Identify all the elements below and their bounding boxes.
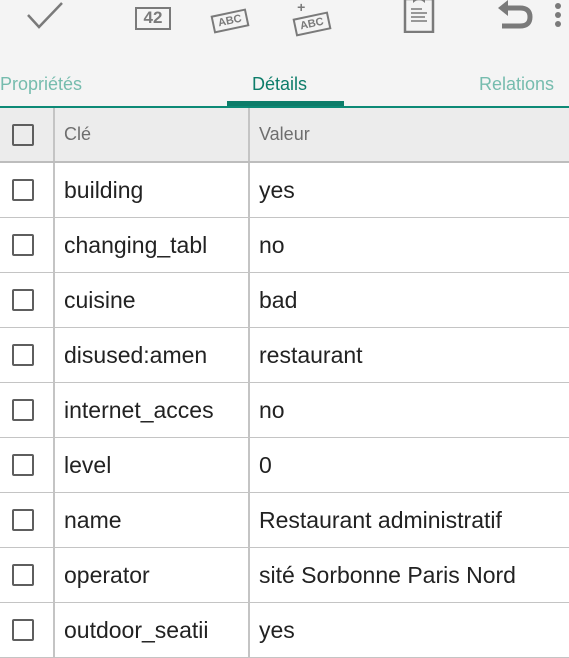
column-divider <box>53 438 55 492</box>
column-header-key: Clé <box>64 124 92 144</box>
tab-bar: Propriétés Détails Relations <box>0 60 569 108</box>
undo-button[interactable] <box>492 0 540 32</box>
column-divider <box>248 603 250 657</box>
column-divider <box>53 218 55 272</box>
column-divider <box>248 273 250 327</box>
row-checkbox[interactable] <box>12 564 34 586</box>
table-row: changing_tabl no <box>0 218 569 273</box>
column-header-value: Valeur <box>259 124 310 144</box>
numeric-value-button[interactable]: 42 <box>125 0 181 32</box>
key-field[interactable]: internet_acces <box>64 383 245 437</box>
check-icon <box>27 2 63 29</box>
table-row: internet_acces no <box>0 383 569 438</box>
undo-icon <box>498 0 533 29</box>
column-divider <box>248 328 250 382</box>
row-checkbox[interactable] <box>12 179 34 201</box>
more-vert-icon <box>555 3 561 27</box>
column-divider <box>53 163 55 217</box>
table-row: name Restaurant administratif <box>0 493 569 548</box>
abc-tag-icon: ABC <box>210 8 250 34</box>
key-field[interactable]: name <box>64 493 245 547</box>
abc-label: ABC <box>299 15 325 33</box>
table-row: disused:amen restaurant <box>0 328 569 383</box>
column-divider <box>53 548 55 602</box>
column-divider <box>248 108 250 161</box>
confirm-button[interactable] <box>20 0 70 32</box>
table-row: operator sité Sorbonne Paris Nord <box>0 548 569 603</box>
table-header: Clé Valeur <box>0 108 569 163</box>
select-all-checkbox[interactable] <box>12 124 34 146</box>
add-abc-tag-icon: + ABC <box>292 0 332 37</box>
key-field[interactable]: changing_tabl <box>64 218 245 272</box>
row-checkbox[interactable] <box>12 619 34 641</box>
value-field[interactable]: Restaurant administratif <box>259 493 565 547</box>
tab-relations[interactable]: Relations <box>479 74 554 95</box>
row-checkbox[interactable] <box>12 234 34 256</box>
tab-proprietes[interactable]: Propriétés <box>0 74 82 95</box>
key-field[interactable]: operator <box>64 548 245 602</box>
value-field[interactable]: no <box>259 218 565 272</box>
key-field[interactable]: outdoor_seatii <box>64 603 245 657</box>
key-field[interactable]: disused:amen <box>64 328 245 382</box>
table-row: level 0 <box>0 438 569 493</box>
row-checkbox[interactable] <box>12 454 34 476</box>
column-divider <box>53 493 55 547</box>
number-42-icon: 42 <box>135 6 171 30</box>
column-divider <box>53 603 55 657</box>
clipboard-icon <box>403 0 435 33</box>
key-field[interactable]: cuisine <box>64 273 245 327</box>
row-checkbox[interactable] <box>12 509 34 531</box>
value-field[interactable]: bad <box>259 273 565 327</box>
value-field[interactable]: sité Sorbonne Paris Nord <box>259 548 565 602</box>
table-row: outdoor_seatii yes <box>0 603 569 658</box>
value-field[interactable]: 0 <box>259 438 565 492</box>
column-divider <box>53 273 55 327</box>
column-divider <box>53 328 55 382</box>
tag-text-button[interactable]: ABC <box>200 0 260 34</box>
column-divider <box>248 493 250 547</box>
row-checkbox[interactable] <box>12 399 34 421</box>
table-row: building yes <box>0 163 569 218</box>
plus-icon: + <box>297 0 306 15</box>
table-row: cuisine bad <box>0 273 569 328</box>
column-divider <box>53 383 55 437</box>
column-divider <box>248 438 250 492</box>
number-42-label: 42 <box>143 8 163 27</box>
add-tag-button[interactable]: + ABC <box>282 0 342 37</box>
value-field[interactable]: no <box>259 383 565 437</box>
abc-label: ABC <box>217 12 243 30</box>
row-checkbox[interactable] <box>12 289 34 311</box>
value-field[interactable]: yes <box>259 163 565 217</box>
column-divider <box>248 548 250 602</box>
toolbar: 42 ABC + ABC <box>0 0 569 60</box>
active-tab-indicator <box>227 101 344 106</box>
key-field[interactable]: level <box>64 438 245 492</box>
column-divider <box>248 218 250 272</box>
key-field[interactable]: building <box>64 163 245 217</box>
tab-details[interactable]: Détails <box>252 74 307 95</box>
column-divider <box>248 163 250 217</box>
more-options-button[interactable] <box>548 0 568 32</box>
value-field[interactable]: restaurant <box>259 328 565 382</box>
row-checkbox[interactable] <box>12 344 34 366</box>
paste-button[interactable] <box>395 0 443 33</box>
column-divider <box>53 108 55 161</box>
tags-table: Clé Valeur building yes changing_tabl no… <box>0 108 569 658</box>
value-field[interactable]: yes <box>259 603 565 657</box>
column-divider <box>248 383 250 437</box>
